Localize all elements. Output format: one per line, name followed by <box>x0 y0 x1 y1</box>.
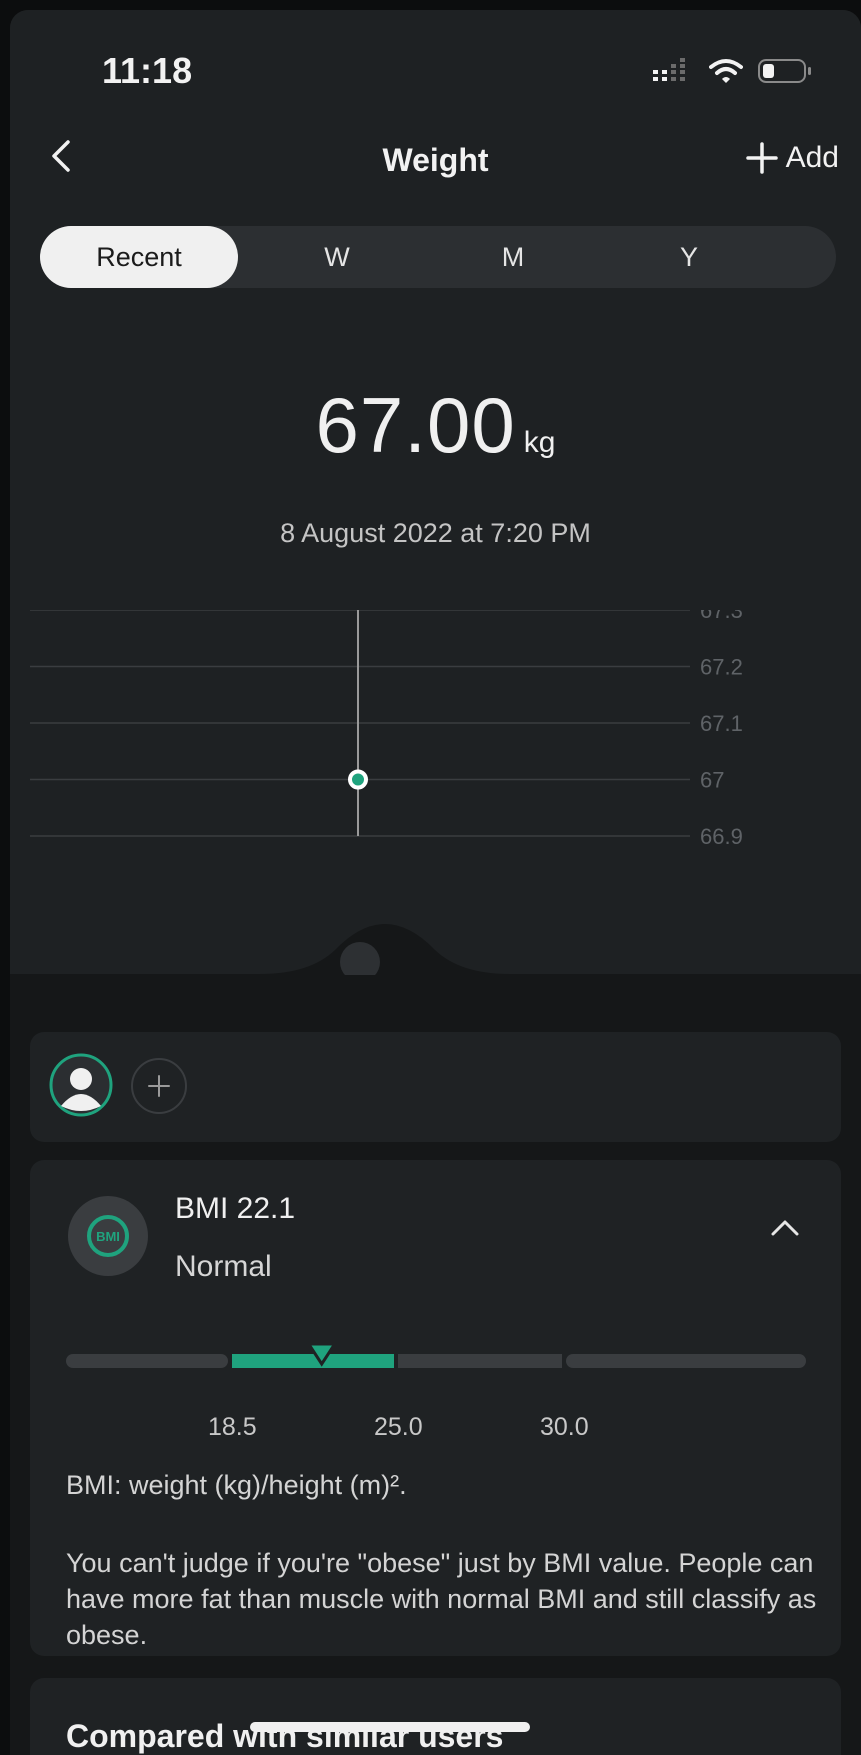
chart-data-point <box>348 769 368 790</box>
bmi-status: Normal <box>175 1250 272 1283</box>
app-screen: 11:18 Weight Add Recent W M Y 67.00 kg 8… <box>10 10 861 1755</box>
bmi-formula: BMI: weight (kg)/height (m)². <box>66 1470 407 1500</box>
status-time: 11:18 <box>102 50 193 91</box>
plus-icon <box>745 142 778 174</box>
tab-year[interactable]: Y <box>590 226 788 288</box>
nav-bar: Weight Add <box>10 120 861 200</box>
bmi-range-bar <box>66 1342 806 1368</box>
tab-recent[interactable]: Recent <box>40 226 238 288</box>
wifi-icon <box>709 59 743 83</box>
page-title: Weight <box>382 142 489 178</box>
bmi-note: You can't judge if you're "obese" just b… <box>66 1548 817 1650</box>
weight-reading: 67.00 kg <box>10 380 861 471</box>
chart-drag-handle-notch <box>10 924 861 980</box>
compare-card[interactable]: Compared with similar users <box>30 1678 841 1755</box>
bmi-tick-25-0: 25.0 <box>374 1413 423 1441</box>
tab-month[interactable]: M <box>414 226 612 288</box>
weight-value: 67.00 <box>315 381 516 469</box>
details-area: BMI BMI 22.1 Normal 18.5 25.0 30.0 BMI: … <box>10 975 861 1755</box>
add-button[interactable]: Add <box>744 140 839 176</box>
bmi-tick-30-0: 30.0 <box>540 1413 589 1441</box>
chart-ytick-label: 67.1 <box>700 711 743 736</box>
bmi-seg-underweight <box>66 1354 228 1368</box>
chart-ytick-label: 67.3 <box>700 610 743 623</box>
period-segmented-control: Recent W M Y <box>40 226 836 288</box>
chevron-up-icon[interactable] <box>767 1210 803 1246</box>
chart-ytick-label: 67.2 <box>700 655 743 680</box>
weight-summary-area: 11:18 Weight Add Recent W M Y 67.00 kg 8… <box>10 10 861 982</box>
bmi-icon-text: BMI <box>96 1229 120 1244</box>
weight-chart[interactable]: 67.3 67.2 67.1 67 66.9 <box>10 610 861 910</box>
bmi-seg-normal <box>232 1354 394 1368</box>
bmi-seg-overweight <box>398 1354 562 1368</box>
reading-timestamp: 8 August 2022 at 7:20 PM <box>280 518 591 548</box>
bmi-card: BMI BMI 22.1 Normal 18.5 25.0 30.0 BMI: … <box>30 1160 841 1656</box>
signal-icon <box>653 58 685 81</box>
user-avatar-icon[interactable] <box>48 1052 114 1118</box>
home-indicator[interactable] <box>250 1722 530 1732</box>
add-label: Add <box>785 141 839 174</box>
bmi-icon: BMI <box>87 1215 129 1257</box>
bmi-seg-obese <box>566 1354 806 1368</box>
bmi-badge: BMI <box>68 1196 148 1276</box>
bmi-tick-18-5: 18.5 <box>208 1413 257 1441</box>
tab-week[interactable]: W <box>238 226 436 288</box>
status-icons <box>651 58 813 84</box>
bmi-title: BMI 22.1 <box>175 1192 296 1225</box>
chart-ytick-label: 67 <box>700 768 724 793</box>
status-bar: 11:18 <box>10 10 861 120</box>
user-selector-card <box>30 1032 841 1142</box>
battery-icon <box>758 59 811 83</box>
weight-unit: kg <box>523 426 556 459</box>
add-user-icon[interactable] <box>130 1057 188 1115</box>
chart-ytick-label: 66.9 <box>700 824 743 849</box>
